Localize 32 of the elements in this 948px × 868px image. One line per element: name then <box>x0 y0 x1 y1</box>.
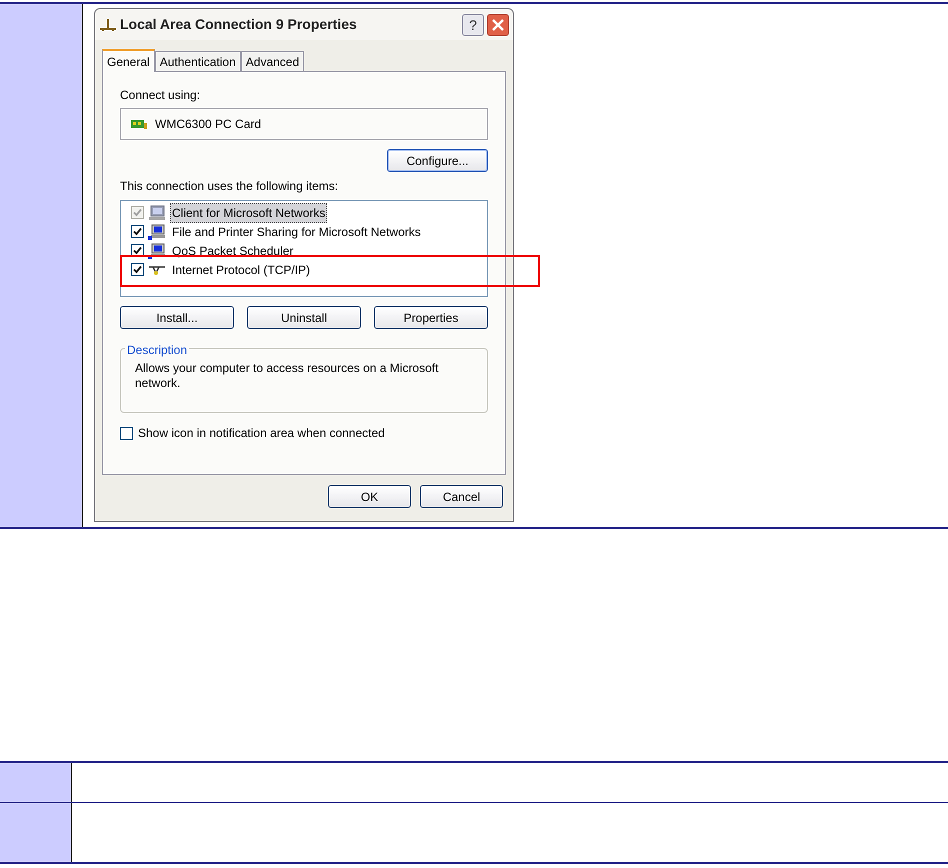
adapter-name: WMC6300 PC Card <box>155 116 262 133</box>
checkbox[interactable] <box>120 426 133 440</box>
ok-button[interactable]: OK <box>328 485 411 508</box>
checkbox[interactable] <box>131 263 144 276</box>
computer-icon <box>148 224 166 240</box>
table-cell <box>0 803 72 862</box>
tab[interactable]: Authentication <box>154 51 241 71</box>
window-title: Local Area Connection 9 Properties <box>120 15 358 34</box>
checkbox[interactable] <box>131 225 144 238</box>
uninstall-button[interactable]: Uninstall <box>247 306 361 329</box>
description-text: Allows your computer to access resources on a Microsoft network. <box>135 361 440 391</box>
configure-button[interactable]: Configure... <box>387 149 488 172</box>
section-label: Connect using: <box>120 87 202 104</box>
close-icon <box>492 18 504 30</box>
help-button[interactable]: ? <box>462 14 484 36</box>
close-button[interactable] <box>487 14 509 36</box>
network-icon <box>148 264 166 276</box>
properties-button[interactable]: Properties <box>374 306 488 329</box>
tab[interactable]: Advanced <box>240 51 304 71</box>
tab[interactable]: General <box>102 49 155 72</box>
list-item[interactable]: QoS Packet Scheduler <box>170 240 296 260</box>
install-button[interactable]: Install... <box>120 306 234 329</box>
computer-icon <box>148 204 166 220</box>
cancel-button[interactable]: Cancel <box>420 485 503 508</box>
network-icon <box>99 18 117 32</box>
table-cell <box>0 763 72 802</box>
computer-icon <box>148 242 166 258</box>
network-card-icon <box>131 118 147 130</box>
checkbox-label: Show icon in notification area when connected <box>138 425 385 442</box>
section-label: This connection uses the following items: <box>120 178 340 195</box>
list-item[interactable]: Internet Protocol (TCP/IP) <box>170 260 312 280</box>
list-item[interactable]: File and Printer Sharing for Microsoft Networks <box>170 222 423 242</box>
